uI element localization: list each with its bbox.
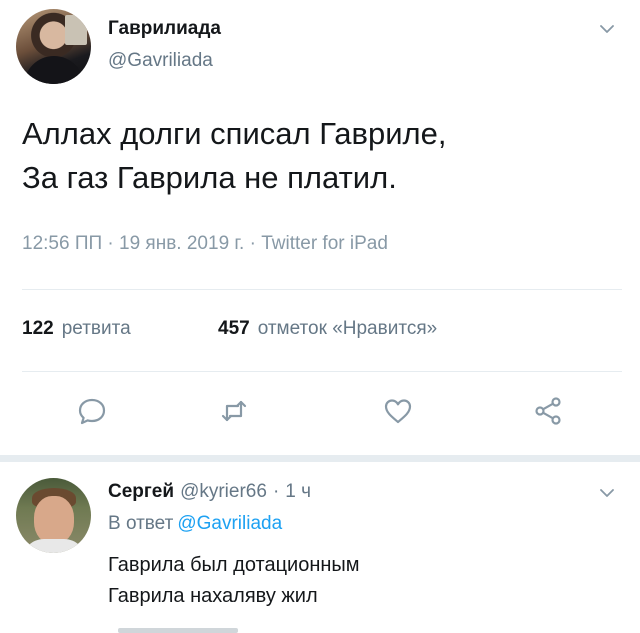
tweet-meta: 12:56 ПП · 19 янв. 2019 г. · Twitter for… [22,233,388,254]
share-icon[interactable] [532,395,564,427]
reply-author-name[interactable]: Сергей [108,481,174,502]
reply-header: Сергей @kyrier66 · 1 ч [108,481,311,503]
like-icon[interactable] [382,395,414,427]
reply-to-label: В ответ [108,513,174,534]
chevron-down-icon[interactable] [600,22,614,36]
divider [22,371,622,372]
reply-author-avatar[interactable] [16,478,91,553]
retweet-icon[interactable] [218,395,250,427]
avatar-figure [24,56,84,84]
reply-text: Гаврила был дотационным Гаврила нахаляву… [108,554,360,607]
retweets-label[interactable]: ретвита [62,318,131,339]
reply-tweet[interactable]: Сергей @kyrier66 · 1 ч В ответ @Gavriliada Г… [0,462,640,633]
avatar-face [34,496,74,544]
likes-count: 457 [218,318,250,339]
avatar-poster [65,15,87,45]
reply-to-handle[interactable]: @Gavriliada [177,513,282,534]
tweet-stats: 122 ретвита 457 отметок «Нравится» [22,318,437,340]
avatar-shirt [22,539,86,553]
reply-author-handle[interactable]: @kyrier66 [180,481,267,502]
main-tweet: Гаврилиада @Gavriliada Аллах долги списа… [0,0,640,455]
reply-to-line: В ответ @Gavriliada [108,513,282,535]
retweets-count[interactable]: 122 [22,318,54,339]
reply-icon[interactable] [76,395,108,427]
divider [22,289,622,290]
tweet-text: Аллах долги списал Гавриле, За газ Гаври… [22,116,447,195]
next-item-edge [118,628,238,633]
chevron-down-icon[interactable] [600,486,614,500]
author-avatar[interactable] [16,9,91,84]
separator-dot: · [272,481,280,502]
reply-time[interactable]: 1 ч [285,481,311,502]
author-handle[interactable]: @Gavriliada [108,50,213,72]
likes-stat[interactable]: 457 отметок «Нравится» [218,318,437,340]
author-name[interactable]: Гаврилиада [108,18,221,40]
thread-separator [0,455,640,462]
likes-label: отметок «Нравится» [257,318,438,339]
